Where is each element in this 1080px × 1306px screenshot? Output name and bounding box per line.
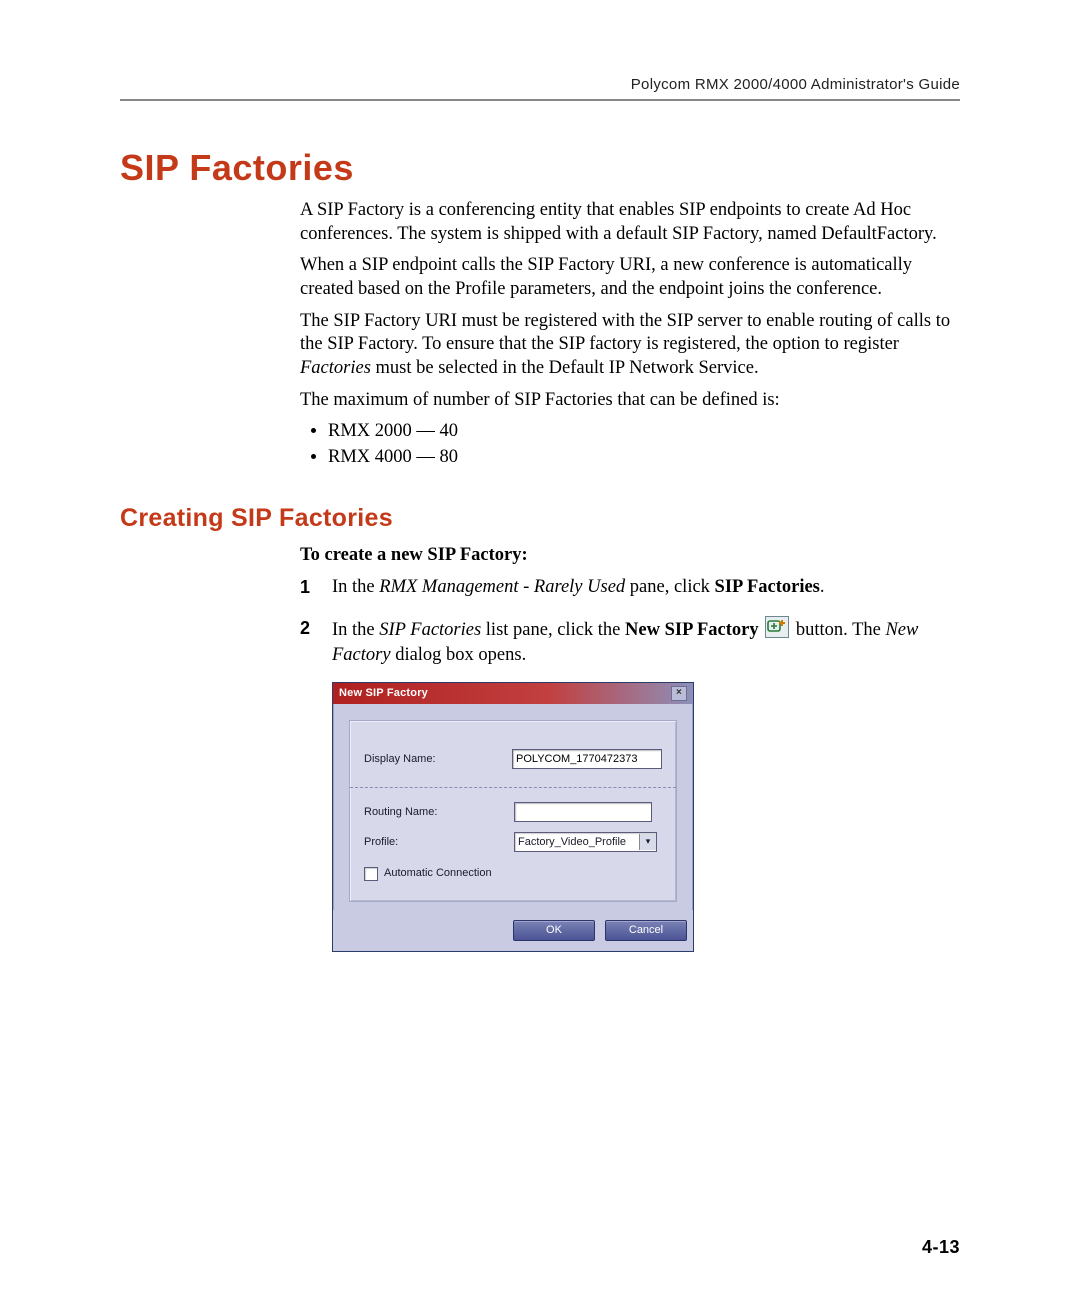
dialog-title-text: New SIP Factory [339, 686, 428, 701]
profile-select[interactable]: Factory_Video_Profile ▾ [514, 832, 657, 852]
steps-list: 1 In the RMX Management - Rarely Used pa… [300, 575, 960, 952]
section-title: SIP Factories [120, 147, 960, 189]
header-rule [120, 99, 960, 101]
checkbox-label: Automatic Connection [384, 866, 492, 881]
field-label: Routing Name: [364, 805, 514, 820]
field-label: Profile: [364, 835, 514, 850]
dialog-titlebar: New SIP Factory × [333, 683, 693, 704]
step-number: 2 [300, 616, 310, 640]
list-item: RMX 2000 — 40 [328, 420, 960, 444]
step-number: 1 [300, 575, 310, 599]
select-value: Factory_Video_Profile [518, 835, 626, 850]
step-item: 1 In the RMX Management - Rarely Used pa… [300, 575, 960, 600]
chevron-down-icon: ▾ [639, 834, 656, 850]
paragraph: When a SIP endpoint calls the SIP Factor… [300, 254, 960, 301]
checkbox-box [364, 867, 378, 881]
subsection-title: Creating SIP Factories [120, 502, 960, 534]
text: must be selected in the Default IP Netwo… [371, 358, 759, 378]
dialog-body: Display Name: Routing Name: Profile: [333, 704, 693, 910]
text-italic: RMX Management - Rarely Used [379, 577, 625, 597]
paragraph: A SIP Factory is a conferencing entity t… [300, 199, 960, 246]
text: In the [332, 577, 379, 597]
steps-heading: To create a new SIP Factory: [300, 544, 960, 568]
text: list pane, click the [481, 620, 625, 640]
dialog-screenshot: New SIP Factory × Display Name: [332, 682, 960, 952]
page-number: 4-13 [922, 1237, 960, 1258]
profile-field: Profile: Factory_Video_Profile ▾ [364, 832, 662, 852]
paragraph: The maximum of number of SIP Factories t… [300, 389, 960, 413]
routing-name-field: Routing Name: [364, 802, 662, 822]
ok-button[interactable]: OK [513, 920, 595, 941]
step-item: 2 In the SIP Factories list pane, click … [300, 616, 960, 952]
display-name-field: Display Name: [364, 749, 662, 769]
close-icon[interactable]: × [671, 686, 687, 701]
text-italic: SIP Factories [379, 620, 481, 640]
cancel-button[interactable]: Cancel [605, 920, 687, 941]
text: dialog box opens. [391, 645, 527, 665]
bullet-list: RMX 2000 — 40 RMX 4000 — 80 [300, 420, 960, 469]
new-sip-factory-icon [765, 616, 789, 638]
text-bold: SIP Factories [715, 577, 820, 597]
automatic-connection-checkbox[interactable]: Automatic Connection [364, 866, 662, 881]
text: The SIP Factory URI must be registered w… [300, 311, 950, 355]
text-bold: New SIP Factory [625, 620, 759, 640]
list-item: RMX 4000 — 80 [328, 446, 960, 470]
text-italic: Factories [300, 358, 371, 378]
dialog-panel: Display Name: Routing Name: Profile: [349, 720, 677, 902]
text: button. The [796, 620, 886, 640]
field-label: Display Name: [364, 752, 512, 767]
dialog-button-bar: OK Cancel [333, 910, 693, 951]
panel-separator [350, 787, 676, 788]
text: In the [332, 620, 379, 640]
paragraph: The SIP Factory URI must be registered w… [300, 310, 960, 381]
routing-name-input[interactable] [514, 802, 652, 822]
text: . [820, 577, 825, 597]
display-name-input[interactable] [512, 749, 662, 769]
text: pane, click [625, 577, 714, 597]
document-page: Polycom RMX 2000/4000 Administrator's Gu… [0, 0, 1080, 1306]
running-header: Polycom RMX 2000/4000 Administrator's Gu… [120, 76, 960, 93]
section-body: A SIP Factory is a conferencing entity t… [300, 199, 960, 952]
new-sip-factory-dialog: New SIP Factory × Display Name: [332, 682, 694, 952]
